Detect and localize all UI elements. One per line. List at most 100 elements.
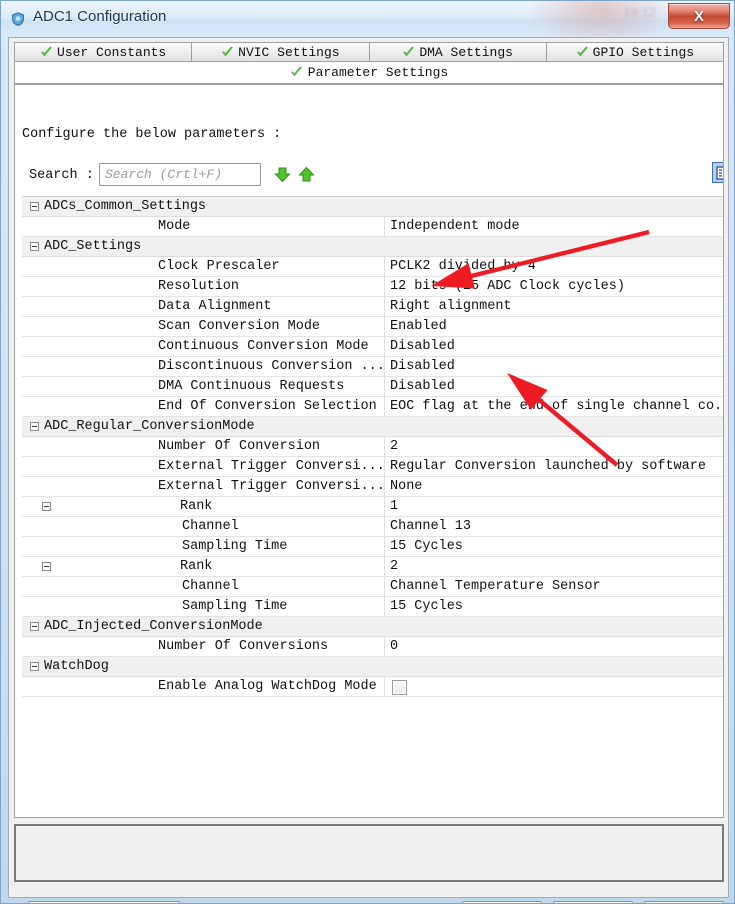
tree-row-label: Mode (158, 219, 191, 234)
tree-param-row[interactable]: Mode Independent mode (22, 217, 723, 237)
tree-row-value[interactable]: 0 (390, 639, 398, 654)
column-divider (384, 497, 385, 517)
adc1-configuration-window: ADC1 Configuration 19:12 X User Constant… (0, 0, 735, 904)
column-divider (384, 417, 385, 437)
tree-row-value[interactable]: Enabled (390, 319, 447, 334)
tree-row-value[interactable]: EOC flag at the end of single channel co… (390, 399, 723, 414)
tree-row-value[interactable]: Channel 13 (390, 519, 471, 534)
tree-param-row[interactable]: Discontinuous Conversion ... Disabled (22, 357, 723, 377)
tree-param-row[interactable]: Rank 1 (22, 497, 723, 517)
column-divider (384, 317, 385, 337)
tree-row-value[interactable]: Right alignment (390, 299, 512, 314)
tree-row-label: End Of Conversion Selection (158, 399, 377, 414)
list-view-icon[interactable] (712, 162, 723, 183)
tab-parameter-settings[interactable]: Parameter Settings (14, 62, 724, 84)
column-divider (384, 337, 385, 357)
tree-param-row[interactable]: Sampling Time 15 Cycles (22, 537, 723, 557)
close-button[interactable]: X (668, 3, 730, 29)
search-input[interactable] (99, 163, 261, 186)
tab-label: User Constants (57, 44, 167, 60)
tree-param-row[interactable]: Enable Analog WatchDog Mode (22, 677, 723, 697)
tree-param-row[interactable]: Clock Prescaler PCLK2 divided by 4 (22, 257, 723, 277)
column-divider (384, 197, 385, 217)
search-label: Search : (29, 168, 94, 183)
collapse-expander-icon[interactable] (30, 662, 39, 671)
shield-icon (11, 12, 25, 26)
tree-param-row[interactable]: DMA Continuous Requests Disabled (22, 377, 723, 397)
tree-row-value[interactable]: Disabled (390, 379, 455, 394)
tree-row-label: Rank (180, 499, 213, 514)
collapse-expander-icon[interactable] (30, 202, 39, 211)
tree-row-label: Discontinuous Conversion ... (158, 359, 385, 374)
analog-watchdog-checkbox[interactable] (392, 680, 407, 695)
tree-row-label: ADC_Regular_ConversionMode (44, 419, 255, 434)
tree-row-value[interactable]: Disabled (390, 339, 455, 354)
tree-group-row[interactable]: ADC_Settings (22, 237, 723, 257)
tree-param-row[interactable]: Scan Conversion Mode Enabled (22, 317, 723, 337)
tree-param-row[interactable]: Data Alignment Right alignment (22, 297, 723, 317)
tree-param-row[interactable]: Number Of Conversions 0 (22, 637, 723, 657)
tree-param-row[interactable]: Resolution 12 bits (15 ADC Clock cycles) (22, 277, 723, 297)
tree-row-label: Enable Analog WatchDog Mode (158, 679, 377, 694)
green-check-icon (40, 46, 53, 59)
green-down-arrow-icon[interactable] (274, 166, 291, 183)
collapse-expander-icon[interactable] (30, 242, 39, 251)
tab-nvic-settings[interactable]: NVIC Settings (191, 42, 369, 62)
collapse-expander-icon[interactable] (30, 422, 39, 431)
column-divider (384, 217, 385, 237)
tree-param-row[interactable]: Channel Channel 13 (22, 517, 723, 537)
tree-row-value[interactable]: 2 (390, 559, 398, 574)
tab-dma-settings[interactable]: DMA Settings (368, 42, 546, 62)
tree-row-value[interactable]: 15 Cycles (390, 599, 463, 614)
collapse-expander-icon[interactable] (42, 502, 51, 511)
tab-label: Parameter Settings (307, 65, 449, 80)
tree-param-row[interactable]: Rank 2 (22, 557, 723, 577)
tree-row-value[interactable]: 12 bits (15 ADC Clock cycles) (390, 279, 625, 294)
tree-row-label: Channel (182, 519, 239, 534)
tree-param-row[interactable]: Continuous Conversion Mode Disabled (22, 337, 723, 357)
green-check-icon (221, 46, 234, 59)
tree-param-row[interactable]: Sampling Time 15 Cycles (22, 597, 723, 617)
tree-row-value[interactable]: Independent mode (390, 219, 520, 234)
parameter-tree[interactable]: ADCs_Common_Settings Mode Independent mode… (22, 196, 723, 753)
tree-row-label: Sampling Time (182, 599, 288, 614)
tab-gpio-settings[interactable]: GPIO Settings (545, 42, 724, 62)
tree-row-label: Continuous Conversion Mode (158, 339, 369, 354)
column-divider (384, 237, 385, 257)
column-divider (384, 557, 385, 577)
column-divider (384, 577, 385, 597)
tree-row-label: Number Of Conversion (158, 439, 321, 454)
tree-group-row[interactable]: ADC_Regular_ConversionMode (22, 417, 723, 437)
tree-row-label: External Trigger Conversi... (158, 459, 385, 474)
column-divider (384, 277, 385, 297)
tree-row-label: Channel (182, 579, 239, 594)
tab-user-constants[interactable]: User Constants (14, 42, 192, 62)
tree-row-value[interactable]: PCLK2 divided by 4 (390, 259, 536, 274)
parameter-settings-panel: Configure the below parameters : Search … (14, 84, 724, 818)
tree-param-row[interactable]: External Trigger Conversi... Regular Conv… (22, 457, 723, 477)
column-divider (384, 397, 385, 417)
green-check-icon (402, 46, 415, 59)
search-row: Search : (22, 162, 723, 191)
tree-group-row[interactable]: ADCs_Common_Settings (22, 197, 723, 217)
tree-row-value[interactable]: 15 Cycles (390, 539, 463, 554)
tree-param-row[interactable]: Number Of Conversion 2 (22, 437, 723, 457)
tree-row-label: Sampling Time (182, 539, 288, 554)
collapse-expander-icon[interactable] (42, 562, 51, 571)
tree-param-row[interactable]: External Trigger Conversi... None (22, 477, 723, 497)
tree-group-row[interactable]: ADC_Injected_ConversionMode (22, 617, 723, 637)
column-divider (384, 297, 385, 317)
tree-row-value[interactable]: Regular Conversion launched by software (390, 459, 706, 474)
tree-row-value[interactable]: Disabled (390, 359, 455, 374)
tree-row-value[interactable]: Channel Temperature Sensor (390, 579, 601, 594)
column-divider (384, 437, 385, 457)
tree-group-row[interactable]: WatchDog (22, 657, 723, 677)
tree-param-row[interactable]: Channel Channel Temperature Sensor (22, 577, 723, 597)
green-up-arrow-icon[interactable] (298, 166, 315, 183)
tree-row-label: Number Of Conversions (158, 639, 329, 654)
tree-param-row[interactable]: End Of Conversion Selection EOC flag at t… (22, 397, 723, 417)
tree-row-value[interactable]: 1 (390, 499, 398, 514)
tree-row-value[interactable]: None (390, 479, 422, 494)
collapse-expander-icon[interactable] (30, 622, 39, 631)
tree-row-value[interactable]: 2 (390, 439, 398, 454)
